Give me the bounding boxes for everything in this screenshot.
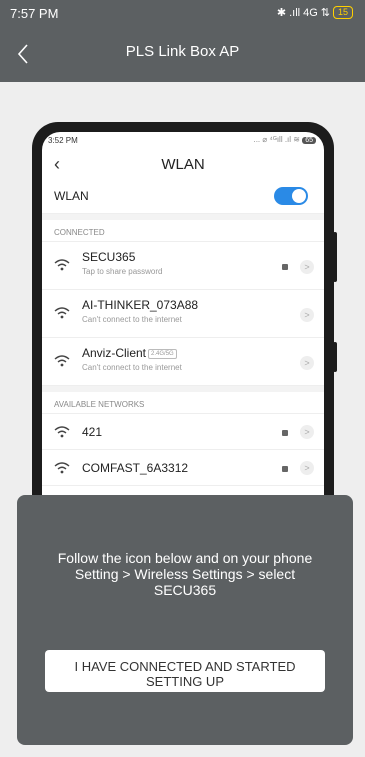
lock-icon xyxy=(282,430,288,436)
instruction-dialog: Follow the icon below and on your phone … xyxy=(17,495,353,745)
signal-icon: .ıll xyxy=(289,6,301,19)
phone-side-button xyxy=(333,232,337,282)
network-name: AI-THINKER_073A88 xyxy=(82,298,198,312)
bluetooth-icon: ✱ xyxy=(276,7,287,19)
wlan-label: WLAN xyxy=(54,189,89,203)
phone-side-button xyxy=(333,342,337,372)
network-name: Anviz-Client 2.4G/5G xyxy=(82,346,177,360)
connected-network-list: SECU365 Tap to share password > AI-THINKER_… xyxy=(42,242,324,386)
chevron-right-icon: > xyxy=(300,260,314,274)
phone-illustration: 3:52 PM ... ⌀ ⁴ᴳıll .ıl ≋ 65 ‹ WLAN WLAN… xyxy=(32,122,337,542)
network-type: 4G xyxy=(303,6,318,19)
chevron-right-icon: > xyxy=(300,356,314,370)
chevron-right-icon: > xyxy=(300,425,314,439)
battery-icon: 15 xyxy=(332,6,353,19)
status-icons: ✱ .ıll 4G ⇅ 15 xyxy=(277,6,353,19)
network-status: Can't connect to the internet xyxy=(82,363,182,372)
app-bar: PLS Link Box AP xyxy=(0,26,365,82)
wifi-icon xyxy=(54,355,70,367)
available-network-list: 421 > COMFAST_6A3312 > xyxy=(42,414,324,486)
network-name-text: Anviz-Client xyxy=(82,346,147,360)
wifi-icon xyxy=(54,462,70,474)
connected-section-label: CONNECTED xyxy=(42,220,324,242)
lock-icon xyxy=(282,466,288,472)
status-time: 7:57 PM xyxy=(10,6,59,21)
available-section-label: AVAILABLE NETWORKS xyxy=(42,392,324,414)
phone-screen: 3:52 PM ... ⌀ ⁴ᴳıll .ıl ≋ 65 ‹ WLAN WLAN… xyxy=(42,132,324,542)
phone-status-time: 3:52 PM xyxy=(48,136,78,145)
network-status: Can't connect to the internet xyxy=(82,315,182,324)
network-row: Anviz-Client 2.4G/5G Can't connect to the … xyxy=(42,338,324,386)
network-name-text: AI-THINKER_073A88 xyxy=(82,298,199,312)
network-name-text: SECU365 xyxy=(82,250,136,264)
network-name: 421 xyxy=(82,425,102,439)
wlan-toggle-row: WLAN xyxy=(42,178,324,214)
connected-start-setup-button[interactable]: I HAVE CONNECTED AND STARTED SETTING UP xyxy=(45,650,325,692)
chevron-right-icon: > xyxy=(300,308,314,322)
wifi-icon xyxy=(54,426,70,438)
network-name: COMFAST_6A3312 xyxy=(82,461,188,475)
network-status: Tap to share password xyxy=(82,267,163,276)
phone-screen-title: WLAN xyxy=(161,156,205,173)
network-row: 421 > xyxy=(42,414,324,450)
instruction-message: Follow the icon below and on your phone … xyxy=(57,550,313,598)
phone-status-icons: ... ⌀ ⁴ᴳıll .ıl ≋ 65 xyxy=(253,135,316,144)
chevron-right-icon: > xyxy=(300,461,314,475)
phone-signal-icons: ... ⌀ ⁴ᴳıll .ıl ≋ xyxy=(253,135,300,144)
toggle-knob xyxy=(292,189,306,203)
wlan-toggle xyxy=(274,187,308,205)
network-name-text: COMFAST_6A3312 xyxy=(82,461,189,475)
network-name: SECU365 xyxy=(82,250,135,264)
lock-icon xyxy=(282,264,288,270)
wifi-icon xyxy=(54,259,70,271)
network-row: AI-THINKER_073A88 Can't connect to the in… xyxy=(42,290,324,338)
network-row: SECU365 Tap to share password > xyxy=(42,242,324,290)
phone-header: ‹ WLAN xyxy=(42,150,324,178)
wifi-icon xyxy=(54,307,70,319)
phone-battery-icon: 65 xyxy=(302,137,316,144)
page-title: PLS Link Box AP xyxy=(125,43,240,60)
status-bar: 7:57 PM ✱ .ıll 4G ⇅ 15 xyxy=(0,0,365,26)
data-arrows-icon: ⇅ xyxy=(320,7,330,19)
band-tag: 2.4G/5G xyxy=(148,348,177,359)
network-row: COMFAST_6A3312 > xyxy=(42,450,324,486)
network-name-text: 421 xyxy=(82,425,103,439)
phone-status-bar: 3:52 PM ... ⌀ ⁴ᴳıll .ıl ≋ 65 xyxy=(42,132,324,150)
